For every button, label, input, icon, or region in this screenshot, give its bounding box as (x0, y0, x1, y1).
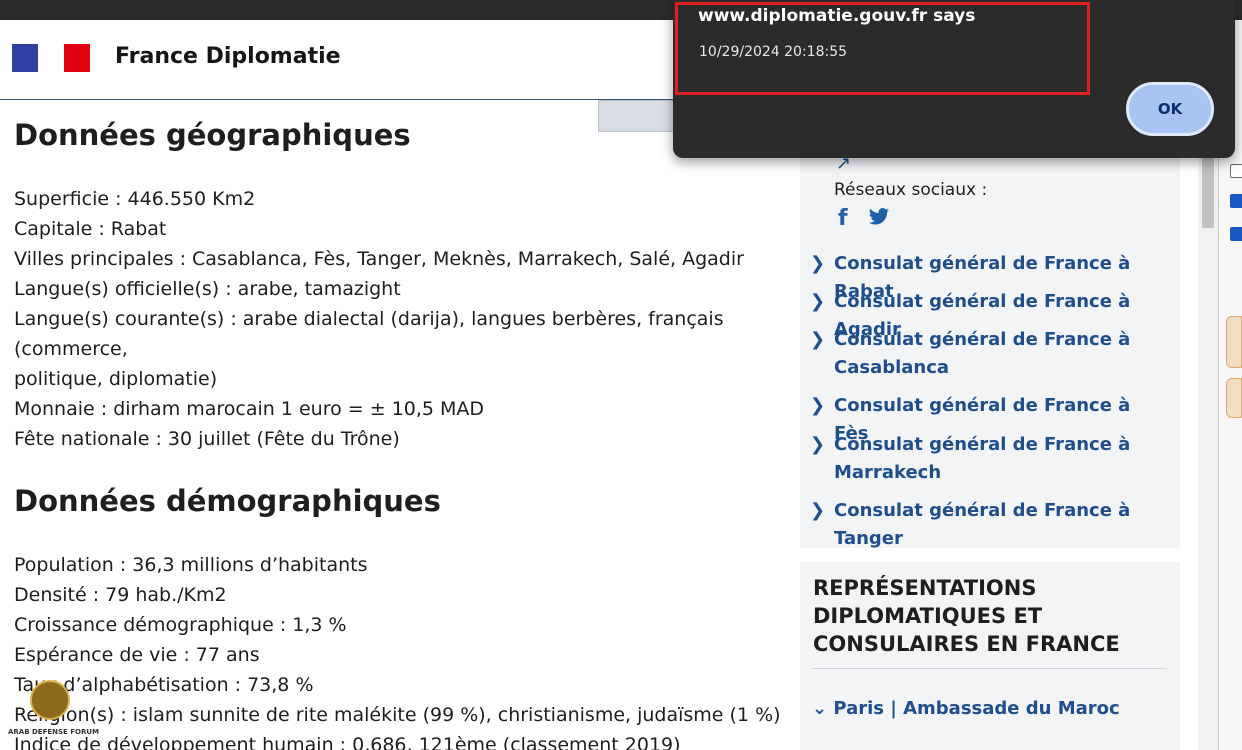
demo-fact: Taux d’alphabétisation : 73,8 % (14, 674, 314, 696)
chevron-right-icon: ❯ (810, 500, 826, 521)
dialog-title: www.diplomatie.gouv.fr says (698, 6, 976, 26)
social-label: Réseaux sociaux : (834, 180, 988, 200)
map-thumbnail[interactable] (598, 100, 678, 132)
scrollbar-thumb[interactable] (1202, 154, 1214, 228)
twitter-icon[interactable] (868, 208, 890, 226)
chevron-right-icon: ❯ (810, 253, 826, 274)
geo-fact: politique, diplomatie) (14, 368, 218, 390)
checkbox-checked[interactable] (1230, 194, 1242, 208)
chevron-right-icon: ❯ (810, 395, 826, 416)
geo-fact: Langue(s) officielle(s) : arabe, tamazig… (14, 278, 401, 300)
chevron-right-icon: ❯ (810, 329, 826, 350)
facebook-icon[interactable]: f (838, 206, 848, 231)
paris-embassy-label: Paris | Ambassade du Maroc (833, 698, 1120, 719)
geo-fact: Superficie : 446.550 Km2 (14, 188, 256, 210)
chevron-down-icon: ⌄ (812, 698, 828, 719)
demo-fact: Religion(s) : islam sunnite de rite malé… (14, 704, 781, 726)
geo-facts: Superficie : 446.550 Km2 Capitale : Raba… (14, 184, 744, 454)
geo-fact: (commerce, (14, 338, 128, 360)
demo-fact: Population : 36,3 millions d’habitants (14, 554, 368, 576)
geo-fact: Capitale : Rabat (14, 218, 167, 240)
divider (813, 668, 1167, 669)
consulate-link-marrakech[interactable]: ❯ Consulat général de France à Marrakech (810, 431, 1150, 487)
forum-watermark: ARAB DEFENSE FORUM (8, 680, 99, 750)
consulate-link-tanger[interactable]: ❯ Consulat général de France à Tanger (810, 497, 1170, 553)
consulate-label: Consulat général de France à Marrakech (834, 434, 1131, 483)
panel-tab[interactable] (1226, 378, 1242, 418)
geo-fact: Monnaie : dirham marocain 1 euro = ± 10,… (14, 398, 485, 420)
geo-fact: Villes principales : Casablanca, Fès, Ta… (14, 248, 744, 270)
demo-fact: Espérance de vie : 77 ans (14, 644, 260, 666)
site-name[interactable]: France Diplomatie (115, 44, 341, 69)
dialog-message: 10/29/2024 20:18:55 (699, 44, 848, 60)
checkbox-checked[interactable] (1230, 227, 1242, 241)
republique-francaise-logo[interactable] (12, 44, 90, 72)
watermark-text: ARAB DEFENSE FORUM (8, 728, 100, 736)
consulate-link-casablanca[interactable]: ❯ Consulat général de France à Casablanc… (810, 326, 1150, 382)
representations-title: REPRÉSENTATIONS DIPLOMATIQUES ET CONSULA… (813, 576, 1120, 656)
demo-fact: Indice de développement humain : 0,686, … (14, 734, 681, 750)
consulate-label: Consulat général de France à Casablanca (834, 329, 1131, 378)
demo-fact: Densité : 79 hab./Km2 (14, 584, 227, 606)
ok-button[interactable]: OK (1126, 82, 1214, 136)
panel-tab[interactable] (1226, 316, 1242, 368)
chevron-right-icon: ❯ (810, 291, 826, 312)
paris-embassy-link[interactable]: ⌄ Paris | Ambassade du Maroc (812, 698, 1120, 719)
checkbox[interactable] (1230, 164, 1242, 178)
demo-section-title: Données démographiques (14, 484, 441, 518)
geo-fact: Langue(s) courante(s) : arabe dialectal … (14, 308, 724, 330)
demo-facts: Population : 36,3 millions d’habitants D… (14, 550, 781, 750)
geo-fact: Fête nationale : 30 juillet (Fête du Trô… (14, 428, 400, 450)
demo-fact: Croissance démographique : 1,3 % (14, 614, 347, 636)
chevron-right-icon: ❯ (810, 434, 826, 455)
consulate-label: Consulat général de France à Tanger (834, 500, 1131, 549)
page-scrollbar[interactable] (1198, 150, 1218, 750)
geo-section-title: Données géographiques (14, 118, 411, 152)
crest-icon (30, 680, 70, 720)
